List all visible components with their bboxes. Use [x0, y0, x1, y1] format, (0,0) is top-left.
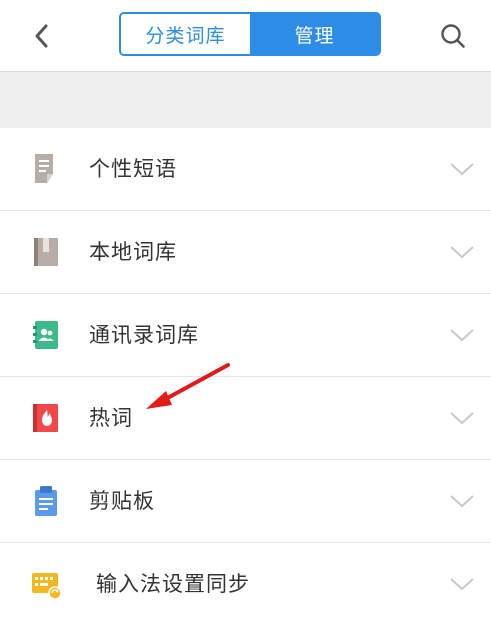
search-icon — [441, 24, 465, 48]
flame-book-icon — [33, 404, 58, 432]
list-item-ime-settings-sync[interactable]: 输入法设置同步 — [0, 543, 491, 626]
list-item-label: 剪贴板 — [89, 489, 155, 513]
list-item-label: 个性短语 — [89, 157, 177, 181]
chevron-down-icon — [450, 578, 474, 591]
book-icon — [34, 238, 58, 266]
list-item-label: 通讯录词库 — [89, 323, 199, 347]
chevron-left-icon — [35, 24, 48, 48]
contacts-book-icon — [33, 321, 58, 349]
back-button[interactable] — [22, 16, 62, 56]
list-item-hot-words[interactable]: 热词 — [0, 377, 491, 460]
list-item-label: 热词 — [89, 406, 133, 430]
list-item-contacts-lexicon[interactable]: 通讯录词库 — [0, 294, 491, 377]
search-button[interactable] — [433, 16, 473, 56]
tab-category-lexicon[interactable]: 分类词库 — [121, 14, 250, 54]
chevron-down-icon — [450, 163, 474, 176]
list-item-personal-phrases[interactable]: 个性短语 — [0, 128, 491, 211]
list-item-label: 本地词库 — [89, 240, 177, 264]
section-spacer — [0, 72, 491, 128]
chevron-down-icon — [450, 246, 474, 259]
keyboard-sync-icon — [32, 573, 62, 600]
list-item-label: 输入法设置同步 — [96, 572, 250, 596]
list-item-local-lexicon[interactable]: 本地词库 — [0, 211, 491, 294]
segmented-tabs: 分类词库 管理 — [119, 12, 381, 56]
list-item-clipboard[interactable]: 剪贴板 — [0, 460, 491, 543]
top-bar: 分类词库 管理 — [0, 0, 491, 72]
chevron-down-icon — [450, 495, 474, 508]
chevron-down-icon — [450, 412, 474, 425]
tab-manage[interactable]: 管理 — [250, 14, 379, 54]
chevron-down-icon — [450, 329, 474, 342]
lexicon-list: 个性短语 本地词库 通讯录词库 热词 剪贴板 输入法设置同步 — [0, 128, 491, 626]
document-icon — [35, 154, 53, 183]
clipboard-icon — [35, 486, 57, 516]
